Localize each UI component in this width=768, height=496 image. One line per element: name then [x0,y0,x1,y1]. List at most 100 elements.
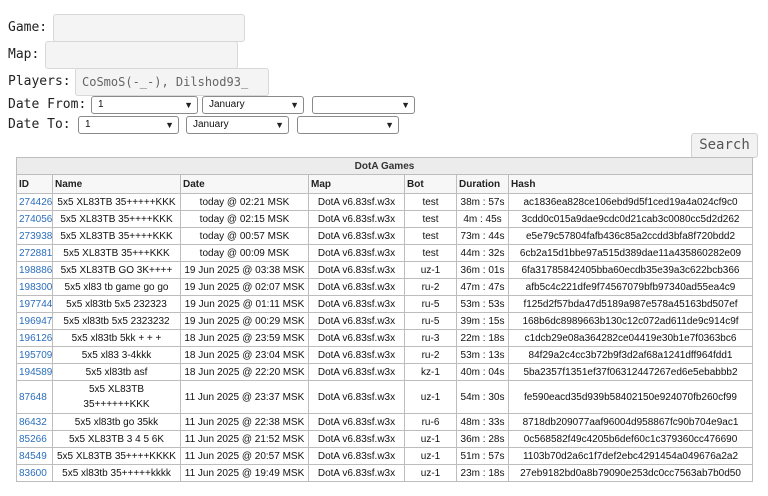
game-name: 5x5 XL83TB 35+++++KKK [52,193,181,211]
date-to-year-select[interactable]: ▼ [297,116,399,134]
game-name: 5x5 xl83tb 5x5 232323 [52,295,181,313]
table-row: 196947 5x5 xl83tb 5x5 2323232 19 Jun 2025 … [16,312,754,330]
game-id-link[interactable]: 195709 [19,350,52,361]
game-bot: test [404,244,457,262]
game-map: DotA v6.83sf.w3x [308,329,405,347]
game-duration: 53m : 53s [456,295,509,313]
game-date: 19 Jun 2025 @ 00:29 MSK [180,312,309,330]
game-id-cell: 86432 [16,413,53,431]
map-label: Map: [8,47,40,62]
table-body: 274426 5x5 XL83TB 35+++++KKK today @ 02:21… [16,193,754,482]
game-bot: ru-2 [404,278,457,296]
game-id-cell: 83600 [16,464,53,482]
game-name: 5x5 XL83TB 3 4 5 6K [52,430,181,448]
game-duration: 51m : 57s [456,447,509,465]
players-label: Players: [8,74,71,89]
date-from-month-select[interactable]: January ▼ [202,96,304,114]
game-bot: uz-1 [404,464,457,482]
table-row: 198886 5x5 XL83TB GO 3K++++ 19 Jun 2025 @ … [16,261,754,279]
game-id-cell: 195709 [16,346,53,364]
game-duration: 48m : 33s [456,413,509,431]
game-hash: 8718db209077aaf96004d958867fc90b704e9ac1 [507,413,754,431]
game-id-link[interactable]: 83600 [19,468,47,479]
game-duration: 47m : 47s [456,278,509,296]
game-id-link[interactable]: 194589 [19,367,52,378]
game-duration: 38m : 57s [456,193,509,211]
game-label: Game: [8,20,48,35]
game-id-link[interactable]: 198300 [19,282,52,293]
game-bot: uz-1 [404,261,457,279]
game-map: DotA v6.83sf.w3x [308,261,405,279]
game-id-link[interactable]: 196947 [19,316,52,327]
game-duration: 22m : 18s [456,329,509,347]
players-input[interactable]: CoSmoS(-_-), Dilshod93_ [75,68,269,96]
game-date: 11 Jun 2025 @ 22:38 MSK [180,413,309,431]
game-id-cell: 85266 [16,430,53,448]
game-name: 5x5 xl83tb 5x5 2323232 [52,312,181,330]
table-row: 194589 5x5 xl83tb asf 18 Jun 2025 @ 22:20 … [16,363,754,381]
game-duration: 53m : 13s [456,346,509,364]
game-duration: 23m : 18s [456,464,509,482]
game-hash: 168b6dc8989663b130c12c072ad611de9c914c9f [507,312,754,330]
game-name: 5x5 xl83 3-4kkk [52,346,181,364]
game-map: DotA v6.83sf.w3x [308,210,405,228]
game-name: 5x5 XL83TB GO 3K++++ [52,261,181,279]
game-id-link[interactable]: 85266 [19,434,47,445]
table-caption: DotA Games [15,157,754,175]
game-name: 5x5 XL83TB 35++++KKK [52,210,181,228]
game-id-link[interactable]: 274056 [19,214,52,225]
date-to-month-select[interactable]: January ▼ [186,116,289,134]
game-bot: ru-5 [404,295,457,313]
game-id-cell: 274426 [16,193,53,211]
map-input[interactable] [45,41,238,69]
game-map: DotA v6.83sf.w3x [308,312,405,330]
game-id-cell: 273938 [16,227,53,245]
game-name: 5x5 XL83TB 35++++KKK [52,227,181,245]
date-from-day-select[interactable]: 1 ▼ [91,96,198,114]
date-to-label: Date To: [8,117,71,132]
game-name: 5x5 XL83TB 35+++KKK [52,244,181,262]
game-name: 5x5 XL83TB 35++++KKKK [52,447,181,465]
game-id-link[interactable]: 272881 [19,248,52,259]
game-name: 5x5 xl83 tb game go go [52,278,181,296]
game-hash: 27eb9182bd0a8b79090e253dc0cc7563ab7b0d50 [507,464,754,482]
game-bot: test [404,193,457,211]
game-id-link[interactable]: 84549 [19,451,47,462]
date-from-year-select[interactable]: ▼ [312,96,415,114]
game-id-link[interactable]: 198886 [19,265,52,276]
column-header-id: ID [16,174,53,194]
column-header-duration: Duration [456,174,509,194]
game-map: DotA v6.83sf.w3x [308,430,405,448]
game-duration: 73m : 44s [456,227,509,245]
table-row: 198300 5x5 xl83 tb game go go 19 Jun 2025 … [16,278,754,296]
search-button[interactable]: Search [691,133,758,158]
game-bot: uz-1 [404,380,457,414]
date-to-month-value: January [193,119,229,130]
game-hash: 0c568582f49c4205b6def60c1c379360cc476690 [507,430,754,448]
table-row: 196126 5x5 xl83tb 5kk + + +18 Jun 2025 @ … [16,329,754,347]
game-id-link[interactable]: 274426 [19,197,52,208]
game-bot: kz-1 [404,363,457,381]
game-map: DotA v6.83sf.w3x [308,464,405,482]
table-row: 274056 5x5 XL83TB 35++++KKK today @ 02:15 … [16,210,754,228]
column-header-hash: Hash [507,174,754,194]
game-id-cell: 198300 [16,278,53,296]
game-map: DotA v6.83sf.w3x [308,380,405,414]
game-id-link[interactable]: 86432 [19,417,47,428]
game-bot: uz-1 [404,447,457,465]
game-id-link[interactable]: 197744 [19,299,52,310]
game-hash: fe590eacd35d939b58402150e924070fb260cf99 [507,380,754,414]
game-duration: 36m : 28s [456,430,509,448]
game-bot: ru-3 [404,329,457,347]
game-input[interactable] [53,14,245,42]
game-id-link[interactable]: 87648 [19,392,47,403]
game-id-cell: 194589 [16,363,53,381]
game-hash: 6fa31785842405bba60ecdb35e39a3c622bcb366 [507,261,754,279]
column-header-map: Map [308,174,405,194]
game-id-link[interactable]: 196126 [19,333,52,344]
date-to-day-select[interactable]: 1 ▼ [78,116,179,134]
game-id-link[interactable]: 273938 [19,231,52,242]
games-table: DotA Games ID Name Date Map Bot Duration… [15,157,754,482]
game-duration: 4m : 45s [456,210,509,228]
game-hash: c1dcb29e08a364282ce04419e30b1e7f0363bc6 [507,329,754,347]
